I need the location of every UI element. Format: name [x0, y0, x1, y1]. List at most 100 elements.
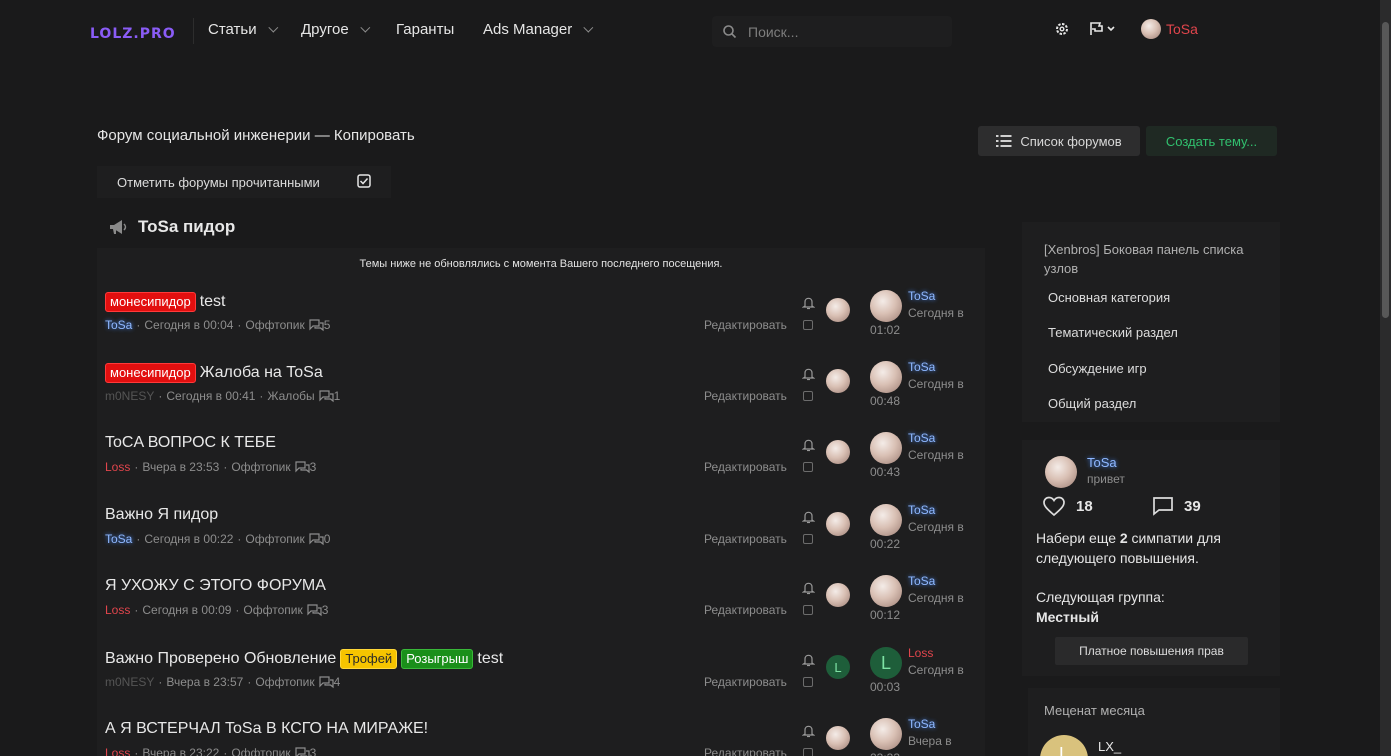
thread-title-link[interactable]: Важно Я пидор — [105, 506, 218, 524]
thread-row[interactable]: А Я ВСТЕРЧАЛ ToSa В КСГО НА МИРАЖЕ! Loss… — [97, 717, 985, 756]
create-thread-button[interactable]: Создать тему... — [1146, 126, 1277, 156]
sidebar-node-item[interactable]: Обсуждение игр — [1048, 361, 1147, 376]
select-checkbox[interactable] — [803, 605, 813, 615]
nav-item-guarantors[interactable]: Гаранты — [396, 21, 454, 38]
scrollbar[interactable] — [1380, 0, 1391, 756]
thread-row[interactable]: Важно Проверено Обновление Трофей Розыгрыш… — [97, 646, 985, 720]
nav-item-articles[interactable]: Статьи — [208, 21, 278, 38]
last-post-time: Сегодня в 00:43 — [870, 448, 964, 479]
promotion-text: Набери еще 2 симпатии для следующего пов… — [1036, 530, 1221, 566]
select-checkbox[interactable] — [803, 391, 813, 401]
last-post-user[interactable]: Loss — [908, 646, 933, 660]
thread-prefix[interactable]: Трофей — [340, 649, 398, 669]
bell-icon[interactable] — [802, 296, 815, 310]
last-post-user[interactable]: ToSa — [908, 360, 935, 374]
last-post-user[interactable]: ToSa — [908, 717, 935, 731]
site-logo[interactable]: LOLZ.PRO — [90, 26, 176, 42]
thread-row[interactable]: монесипидор Жалоба на ToSa m0NESY · Сегод… — [97, 360, 985, 434]
thread-title-link[interactable]: Жалоба на ToSa — [200, 364, 323, 382]
avatar[interactable] — [826, 726, 850, 750]
scrollbar-thumb[interactable] — [1382, 22, 1389, 318]
bell-icon[interactable] — [802, 438, 815, 452]
avatar[interactable]: L — [826, 655, 850, 679]
edit-link[interactable]: Редактировать — [704, 460, 787, 474]
edit-link[interactable]: Редактировать — [704, 675, 787, 689]
bell-icon[interactable] — [802, 581, 815, 595]
thread-title-link[interactable]: test — [200, 293, 226, 311]
search-icon[interactable] — [722, 24, 737, 39]
thread-category[interactable]: Оффтопик — [245, 318, 304, 332]
forum-list-button[interactable]: Список форумов — [978, 126, 1140, 156]
thread-prefix[interactable]: монесипидор — [105, 292, 196, 312]
paid-upgrade-button[interactable]: Платное повышения прав — [1055, 637, 1248, 665]
thread-category[interactable]: Оффтопик — [245, 532, 304, 546]
thread-category[interactable]: Оффтопик — [231, 460, 290, 474]
last-post-user[interactable]: ToSa — [908, 289, 935, 303]
thread-row[interactable]: монесипидор test ToSa · Сегодня в 00:04 ·… — [97, 289, 985, 363]
thread-title: Я УХОЖУ С ЭТОГО ФОРУМА — [105, 577, 326, 595]
thread-row[interactable]: Важно Я пидор ToSa · Сегодня в 00:22 · О… — [97, 503, 985, 577]
thread-title-link[interactable]: test — [477, 650, 503, 668]
thread-author[interactable]: Loss — [105, 746, 130, 756]
avatar[interactable] — [826, 369, 850, 393]
thread-author[interactable]: ToSa — [105, 532, 132, 546]
thread-author[interactable]: Loss — [105, 460, 130, 474]
patron-name[interactable]: LX_ — [1098, 739, 1121, 754]
select-checkbox[interactable] — [803, 748, 813, 756]
meta-separator: · — [223, 460, 228, 474]
edit-link[interactable]: Редактировать — [704, 318, 787, 332]
sidebar-node-list-title: [Xenbros] Боковая панель списка узлов — [1044, 242, 1244, 276]
gear-icon[interactable] — [1054, 21, 1070, 37]
thread-author[interactable]: m0NESY — [105, 389, 154, 403]
flag-icon[interactable] — [1089, 21, 1119, 37]
bell-icon[interactable] — [802, 510, 815, 524]
avatar[interactable] — [826, 440, 850, 464]
avatar[interactable] — [826, 298, 850, 322]
checkbox-icon[interactable] — [357, 174, 371, 188]
edit-link[interactable]: Редактировать — [704, 389, 787, 403]
select-checkbox[interactable] — [803, 462, 813, 472]
sidebar-username[interactable]: ToSa — [1087, 455, 1117, 470]
search-box — [712, 16, 952, 47]
thread-title-link[interactable]: А Я ВСТЕРЧАЛ ToSa В КСГО НА МИРАЖЕ! — [105, 720, 428, 738]
search-input[interactable] — [748, 21, 938, 42]
thread-title-link[interactable]: ToCA ВОПРОС К ТЕБЕ — [105, 434, 276, 452]
thread-category[interactable]: Жалобы — [267, 389, 314, 403]
thread-category[interactable]: Оффтопик — [243, 603, 302, 617]
select-checkbox[interactable] — [803, 534, 813, 544]
edit-link[interactable]: Редактировать — [704, 603, 787, 617]
thread-author[interactable]: m0NESY — [105, 675, 154, 689]
sidebar-node-item[interactable]: Общий раздел — [1048, 396, 1136, 411]
mark-forums-read[interactable]: Отметить форумы прочитанными — [97, 166, 391, 198]
thread-author[interactable]: Loss — [105, 603, 130, 617]
thread-prefix[interactable]: Розыгрыш — [401, 649, 474, 669]
thread-category[interactable]: Оффтопик — [231, 746, 290, 756]
thread-title-link[interactable]: Я УХОЖУ С ЭТОГО ФОРУМА — [105, 577, 326, 595]
thread-row[interactable]: Я УХОЖУ С ЭТОГО ФОРУМА Loss · Сегодня в … — [97, 574, 985, 648]
select-checkbox[interactable] — [803, 320, 813, 330]
edit-link[interactable]: Редактировать — [704, 746, 787, 756]
avatar[interactable] — [826, 583, 850, 607]
avatar[interactable] — [1045, 456, 1077, 488]
sidebar-node-item[interactable]: Основная категория — [1048, 290, 1170, 305]
thread-prefix[interactable]: монесипидор — [105, 363, 196, 383]
edit-link[interactable]: Редактировать — [704, 532, 787, 546]
avatar[interactable] — [826, 512, 850, 536]
avatar[interactable]: L — [1040, 735, 1088, 756]
last-post-user[interactable]: ToSa — [908, 503, 935, 517]
bell-icon[interactable] — [802, 653, 815, 667]
last-post-user[interactable]: ToSa — [908, 431, 935, 445]
bell-icon[interactable] — [802, 724, 815, 738]
sidebar-node-item[interactable]: Тематический раздел — [1048, 325, 1178, 340]
meta-separator: · — [136, 318, 141, 332]
thread-category[interactable]: Оффтопик — [255, 675, 314, 689]
nav-item-other[interactable]: Другое — [301, 21, 370, 38]
thread-title-link[interactable]: Важно Проверено Обновление — [105, 650, 336, 668]
select-checkbox[interactable] — [803, 677, 813, 687]
user-menu[interactable]: ToSa — [1141, 19, 1198, 39]
thread-row[interactable]: ToCA ВОПРОС К ТЕБЕ Loss · Вчера в 23:53 … — [97, 431, 985, 505]
nav-item-ads-manager[interactable]: Ads Manager — [483, 21, 594, 38]
bell-icon[interactable] — [802, 367, 815, 381]
last-post-user[interactable]: ToSa — [908, 574, 935, 588]
thread-author[interactable]: ToSa — [105, 318, 132, 332]
